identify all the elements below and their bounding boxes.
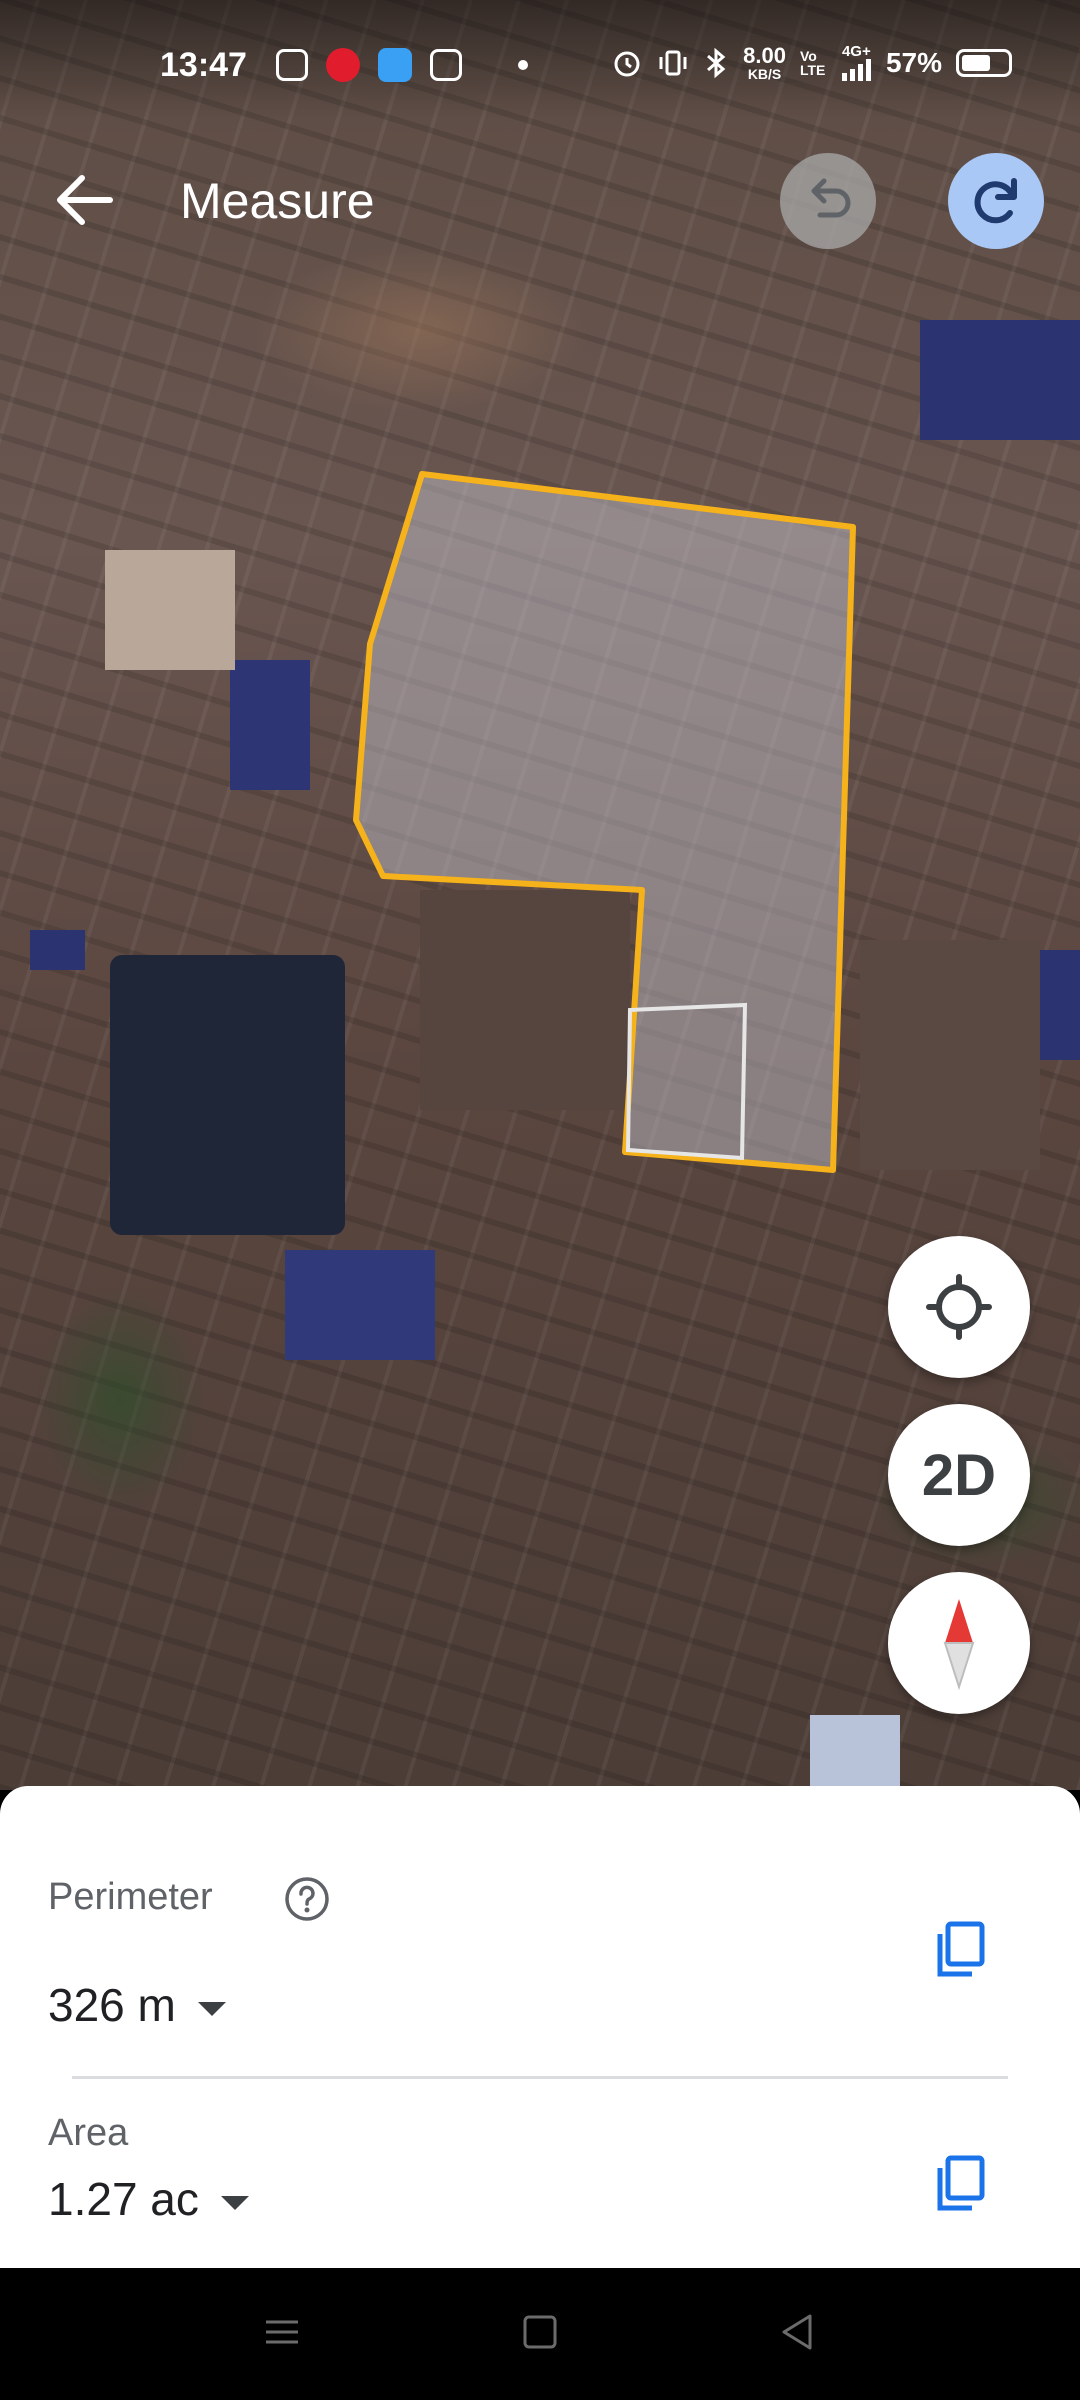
menu-nav-icon[interactable] [262, 2312, 302, 2352]
dot-icon [518, 60, 528, 70]
status-bar: 13:47 8.00 KB/S Vo LTE 4G+ 57% [0, 0, 1080, 120]
my-location-icon [926, 1274, 992, 1340]
notification-icons [276, 48, 528, 82]
chevron-down-icon [197, 2001, 226, 2016]
calculator-icon [430, 49, 462, 81]
redo-button[interactable] [948, 153, 1044, 249]
divider [72, 2076, 1008, 2079]
chevron-down-icon [220, 2195, 249, 2210]
page-title: Measure [180, 173, 375, 229]
vibrate-icon [659, 50, 687, 75]
bluetooth-icon [707, 47, 726, 78]
copy-perimeter-button[interactable] [918, 1910, 998, 1990]
status-time: 13:47 [160, 46, 247, 84]
redo-icon [974, 178, 1017, 224]
arrow-back-icon[interactable] [48, 170, 120, 230]
back-nav-icon[interactable] [778, 2312, 818, 2352]
signal-icon: 4G+ [841, 44, 872, 81]
area-value[interactable]: 1.27 ac [48, 2172, 249, 2226]
battery-icon [956, 48, 1012, 77]
net-speed: 8.00 KB/S [743, 42, 786, 82]
perimeter-label: Perimeter [48, 1876, 213, 1918]
battery-percentage: 57% [885, 46, 942, 78]
help-icon[interactable] [284, 1876, 330, 1922]
system-icons: 8.00 KB/S Vo LTE 4G+ 57% [611, 44, 1012, 81]
view-2d-toggle[interactable]: 2D [888, 1404, 1030, 1546]
top-app-bar: Measure [0, 140, 1080, 260]
jio-icon [326, 48, 360, 82]
system-nav-bar [0, 2268, 1080, 2400]
measurement-sheet: Perimeter 326 m Area 1.27 ac [0, 1786, 1080, 2268]
area-label: Area [48, 2112, 129, 2154]
my-location-button[interactable] [888, 1236, 1030, 1378]
instagram-icon [276, 49, 308, 81]
volte-indicator: Vo LTE [799, 47, 826, 78]
copy-area-button[interactable] [918, 2144, 998, 2224]
compass-icon [943, 1599, 975, 1691]
undo-icon [811, 178, 851, 218]
compass-button[interactable] [888, 1572, 1030, 1714]
home-nav-icon[interactable] [520, 2312, 560, 2352]
undo-button[interactable] [780, 153, 876, 249]
app-icon [378, 48, 412, 82]
alarm-icon [614, 51, 640, 76]
perimeter-value[interactable]: 326 m [48, 1978, 226, 2032]
